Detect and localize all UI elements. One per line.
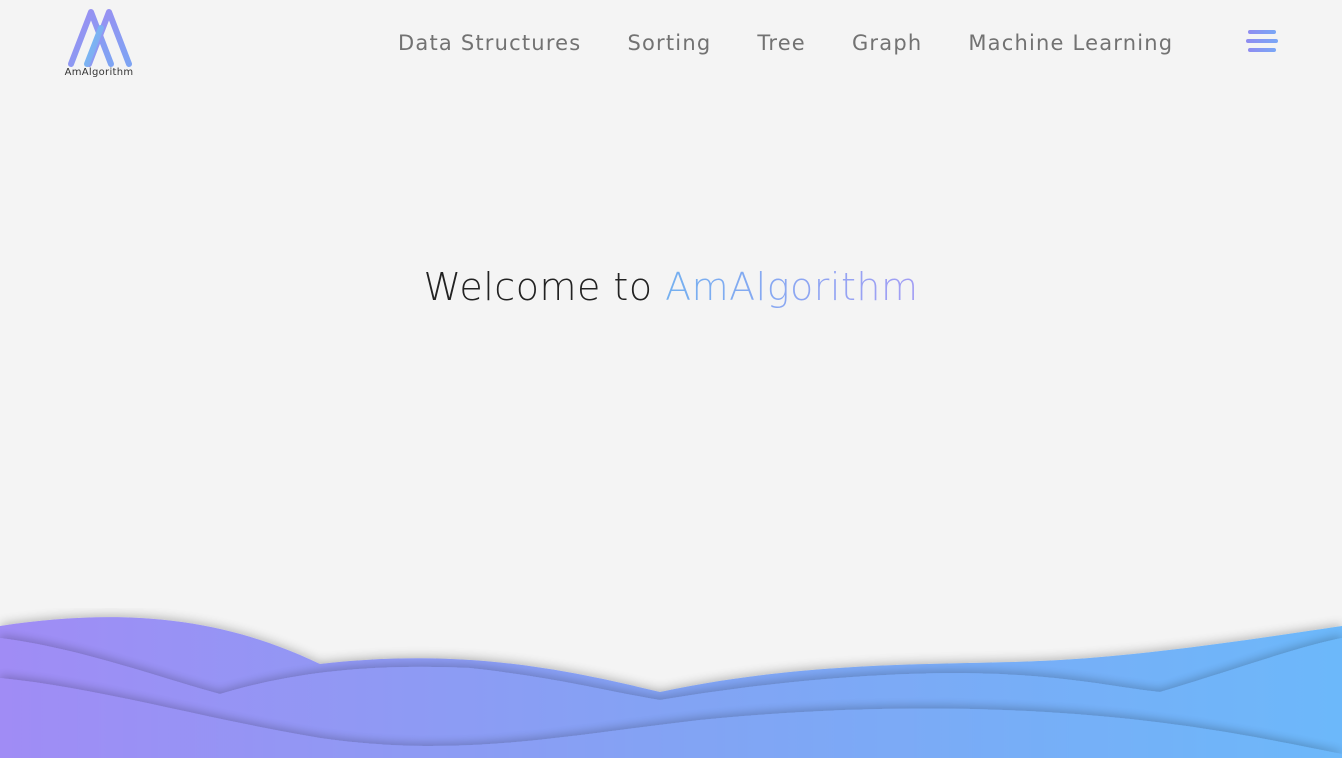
decorative-waves: [0, 617, 1342, 758]
nav-graph[interactable]: Graph: [852, 29, 922, 57]
home-logo-link[interactable]: AmAlgorithm: [60, 6, 140, 82]
hero-brand: AmAlgorithm: [665, 265, 919, 309]
nav-data-structures[interactable]: Data Structures: [398, 29, 581, 57]
double-a-logo-icon: [68, 9, 132, 67]
nav-sorting[interactable]: Sorting: [627, 29, 711, 57]
hero-heading: Welcome to AmAlgorithm: [0, 262, 1342, 312]
main-nav: Data Structures Sorting Tree Graph Machi…: [398, 29, 1173, 57]
hamburger-line-middle: [1246, 39, 1278, 43]
nav-tree[interactable]: Tree: [757, 29, 806, 57]
hamburger-line-bottom: [1248, 48, 1276, 52]
page: AmAlgorithm Data Structures Sorting Tree…: [0, 0, 1342, 758]
hero-prefix: Welcome to: [423, 265, 653, 309]
hamburger-menu-icon[interactable]: [1246, 30, 1278, 54]
hamburger-line-top: [1248, 30, 1276, 34]
nav-machine-learning[interactable]: Machine Learning: [968, 29, 1173, 57]
logo-label: AmAlgorithm: [64, 67, 134, 78]
